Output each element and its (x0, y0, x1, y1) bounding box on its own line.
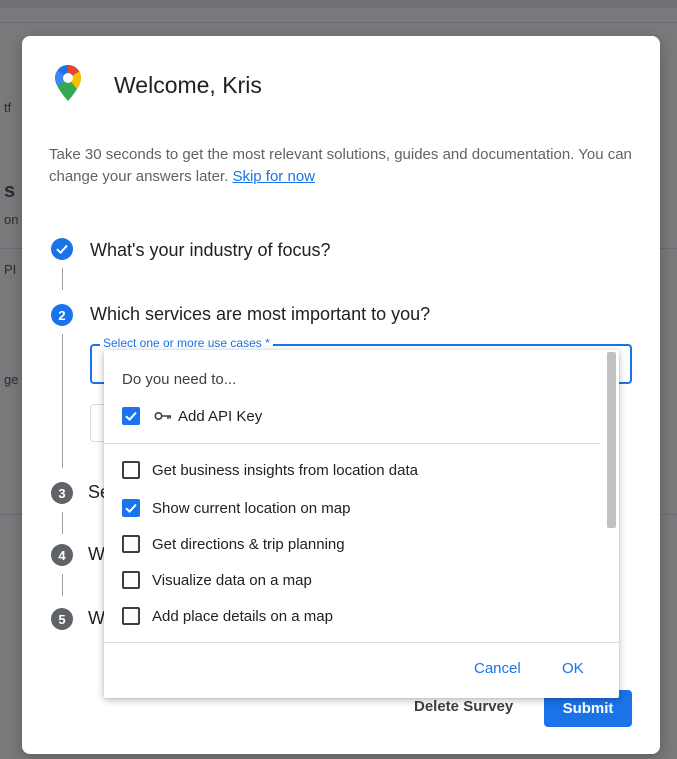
step-2-label[interactable]: Which services are most important to you… (90, 304, 430, 325)
step-connector (62, 574, 63, 596)
option-label: Add API Key (178, 407, 263, 425)
step-connector (62, 268, 63, 290)
option-get-directions[interactable]: Get directions & trip planning (122, 532, 345, 556)
step-2-number: 2 (51, 304, 73, 326)
delete-survey-button[interactable]: Delete Survey (414, 698, 513, 715)
dropdown-footer-divider (104, 642, 619, 643)
step-3-number: 3 (51, 482, 73, 504)
key-icon (154, 411, 171, 421)
option-business-insights[interactable]: Get business insights from location data (122, 458, 418, 482)
step-connector (62, 512, 63, 534)
use-cases-dropdown: Do you need to... Add API Key Get busine… (104, 350, 619, 698)
checkbox-checked[interactable] (122, 499, 140, 517)
intro-text: Take 30 seconds to get the most relevant… (49, 144, 639, 188)
step-1-label[interactable]: What's your industry of focus? (90, 240, 331, 261)
intro-text-body: Take 30 seconds to get the most relevant… (49, 146, 632, 185)
cancel-button[interactable]: Cancel (474, 660, 521, 677)
option-add-api-key[interactable]: Add API Key (122, 404, 262, 428)
step-4-label[interactable]: W (88, 544, 105, 565)
google-maps-pin-icon (55, 65, 81, 101)
use-cases-select-label: Select one or more use cases * (100, 336, 273, 350)
step-5-label[interactable]: W (88, 608, 105, 629)
option-label: Visualize data on a map (152, 571, 312, 589)
step-4-number: 4 (51, 544, 73, 566)
step-5-number: 5 (51, 608, 73, 630)
checkbox-checked[interactable] (122, 407, 140, 425)
checkbox-unchecked[interactable] (122, 607, 140, 625)
option-show-current-location[interactable]: Show current location on map (122, 496, 350, 520)
option-visualize-data[interactable]: Visualize data on a map (122, 568, 312, 592)
dialog-title: Welcome, Kris (114, 72, 262, 98)
ok-button[interactable]: OK (562, 660, 584, 677)
skip-for-now-link[interactable]: Skip for now (232, 168, 315, 185)
dropdown-divider (104, 443, 600, 444)
option-label: Show current location on map (152, 499, 351, 517)
checkbox-unchecked[interactable] (122, 461, 140, 479)
dropdown-scrollbar[interactable] (607, 352, 616, 528)
option-label: Get business insights from location data (152, 461, 418, 479)
checkbox-unchecked[interactable] (122, 535, 140, 553)
step-connector (62, 334, 63, 468)
option-label: Add place details on a map (152, 607, 333, 625)
option-label: Get directions & trip planning (152, 535, 345, 553)
dropdown-header: Do you need to... (122, 371, 237, 388)
checkbox-unchecked[interactable] (122, 571, 140, 589)
step-1-check-icon (51, 238, 73, 260)
option-add-place-details[interactable]: Add place details on a map (122, 604, 333, 628)
